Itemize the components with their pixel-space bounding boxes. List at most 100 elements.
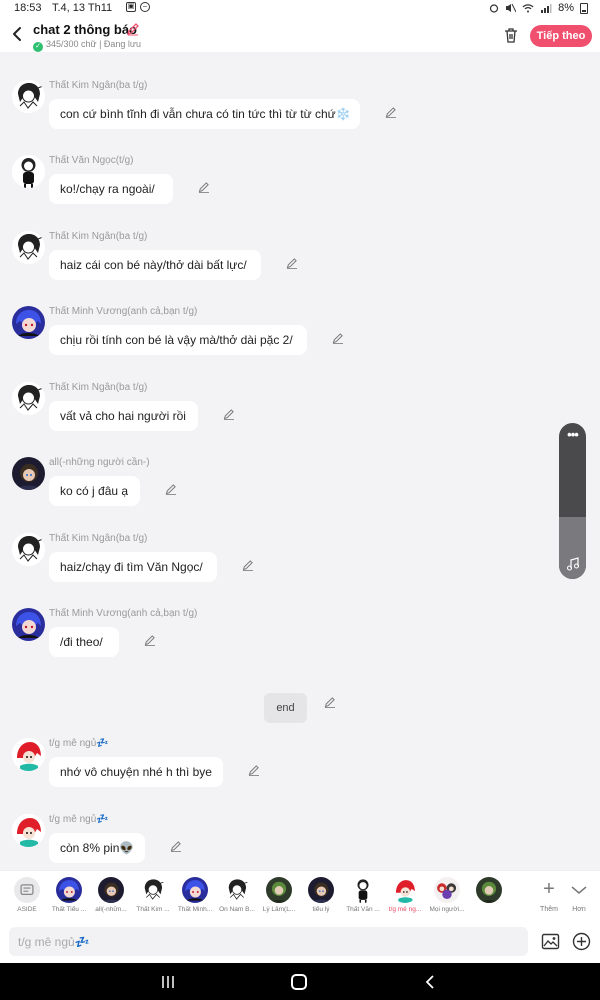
- next-button[interactable]: Tiếp theo: [530, 25, 592, 47]
- sender-name: all(-những người cần-): [49, 457, 150, 468]
- character-avatar: [266, 877, 292, 903]
- system-nav-bar: [0, 963, 600, 1000]
- avatar[interactable]: [12, 533, 45, 566]
- message-bubble[interactable]: con cứ bình tĩnh đi vẫn chưa có tin tức …: [49, 99, 360, 129]
- avatar[interactable]: [12, 382, 45, 415]
- character-option[interactable]: Ôn Nam B...: [219, 877, 255, 913]
- message-input[interactable]: [9, 927, 528, 956]
- notification-icons: ▣ –: [126, 2, 150, 12]
- character-option[interactable]: all(-nhữn...: [93, 877, 129, 913]
- avatar[interactable]: [12, 738, 45, 771]
- edit-pencil-icon[interactable]: [144, 634, 156, 646]
- character-option[interactable]: tiểu lý: [303, 877, 339, 913]
- message-bubble[interactable]: ko!/chạy ra ngoài/: [49, 174, 173, 204]
- avatar[interactable]: [12, 608, 45, 641]
- character-label: Ôn Nam B...: [219, 906, 255, 913]
- sender-name: Thất Kim Ngân(ba t/g): [49, 231, 148, 242]
- character-label: ASIDE: [17, 906, 37, 913]
- character-selector: ASIDE Thất Tiểu ... all(-nhữn... Thất Kim .…: [0, 870, 600, 920]
- character-option[interactable]: t/g mê ng...: [387, 877, 423, 913]
- avatar[interactable]: [12, 457, 45, 490]
- end-marker-bubble[interactable]: end: [264, 693, 307, 723]
- edit-pencil-icon[interactable]: [170, 840, 182, 852]
- edit-pencil-icon[interactable]: [198, 181, 210, 193]
- message-bubble[interactable]: vất vả cho hai người rồi: [49, 401, 198, 431]
- sender-name: Thất Minh Vương(anh cả,bạn t/g): [49, 306, 198, 317]
- avatar[interactable]: [12, 155, 45, 188]
- add-circle-icon[interactable]: [572, 932, 591, 951]
- image-icon[interactable]: [541, 932, 560, 951]
- character-avatar: [308, 877, 334, 903]
- character-avatar: [14, 877, 40, 903]
- character-option[interactable]: Thất Tiểu ...: [51, 877, 87, 913]
- character-label: Thất Minh...: [177, 906, 213, 913]
- character-label: Thất Kim ...: [136, 906, 170, 913]
- edit-pencil-icon[interactable]: [332, 332, 344, 344]
- sender-name: Thất Kim Ngân(ba t/g): [49, 80, 148, 91]
- edit-pencil-icon[interactable]: [223, 408, 235, 420]
- character-label: all(-nhữn...: [95, 906, 127, 913]
- edit-pencil-icon[interactable]: [165, 483, 177, 495]
- message-bubble[interactable]: haiz cái con bé này/thở dài bất lực/: [49, 250, 261, 280]
- character-avatar: [56, 877, 82, 903]
- character-avatar: [98, 877, 124, 903]
- more-characters-button[interactable]: Hơn: [564, 877, 594, 913]
- add-character-button[interactable]: + Thêm: [534, 877, 564, 913]
- music-note-icon[interactable]: [566, 557, 580, 571]
- avatar[interactable]: [12, 231, 45, 264]
- recent-apps-icon[interactable]: [160, 975, 176, 989]
- avatar[interactable]: [12, 306, 45, 339]
- edit-pencil-icon[interactable]: [324, 696, 336, 708]
- minus-circle-icon: –: [140, 2, 150, 12]
- edit-pencil-icon[interactable]: [385, 106, 397, 118]
- nav-back-icon[interactable]: [424, 974, 436, 990]
- character-avatar: [476, 877, 502, 903]
- character-option[interactable]: Lý Lâm(L...: [261, 877, 297, 913]
- mute-icon: [506, 3, 517, 13]
- save-status: ✓ 345/300 chữ | Đang lưu: [33, 39, 141, 52]
- chat-area[interactable]: Thất Kim Ngân(ba t/g) con cứ bình tĩnh đi…: [0, 52, 600, 870]
- title-edit-pencil-icon[interactable]: [126, 22, 140, 36]
- sender-name: Thất Minh Vương(anh cả,bạn t/g): [49, 608, 198, 619]
- character-option[interactable]: Mọi người...: [429, 877, 465, 913]
- edit-pencil-icon[interactable]: [248, 764, 260, 776]
- character-label: t/g mê ng...: [388, 906, 422, 913]
- edit-pencil-icon[interactable]: [286, 257, 298, 269]
- character-avatar: [434, 877, 460, 903]
- back-arrow-icon[interactable]: [9, 25, 25, 43]
- more-dots-icon[interactable]: •••: [559, 427, 586, 442]
- character-option[interactable]: Thất Văn ...: [345, 877, 381, 913]
- trash-icon[interactable]: [502, 26, 520, 44]
- character-option[interactable]: Thất Kim ...: [135, 877, 171, 913]
- character-option[interactable]: ASIDE: [9, 877, 45, 913]
- battery-icon: [580, 2, 588, 14]
- character-label: Thất Tiểu ...: [51, 906, 87, 913]
- message-bubble[interactable]: /đi theo/: [49, 627, 119, 657]
- character-label: Lý Lâm(L...: [262, 906, 296, 913]
- avatar[interactable]: [12, 80, 45, 113]
- character-option[interactable]: [471, 877, 507, 906]
- home-icon[interactable]: [291, 974, 307, 990]
- message-bubble[interactable]: haiz/chạy đi tìm Văn Ngọc/: [49, 552, 217, 582]
- message-bubble[interactable]: ko có j đâu ạ: [49, 476, 140, 506]
- message-bubble[interactable]: còn 8% pin👽: [49, 833, 145, 863]
- floating-toolbar[interactable]: •••: [559, 423, 586, 579]
- character-avatar: [224, 877, 250, 903]
- message-bubble[interactable]: nhớ vô chuyện nhé h thì bye: [49, 757, 223, 787]
- message-composer: [0, 920, 600, 963]
- message-bubble[interactable]: chịu rồi tính con bé là vậy mà/thở dài p…: [49, 325, 307, 355]
- check-circle-icon: ✓: [33, 42, 43, 52]
- gallery-notification-icon: ▣: [126, 2, 136, 12]
- character-label: tiểu lý: [312, 906, 330, 913]
- character-option[interactable]: Thất Minh...: [177, 877, 213, 913]
- wifi-icon: [522, 4, 534, 13]
- word-count-status: 345/300 chữ | Đang lưu: [46, 39, 141, 49]
- sender-name: Thất Kim Ngân(ba t/g): [49, 382, 148, 393]
- avatar[interactable]: [12, 814, 45, 847]
- edit-pencil-icon[interactable]: [242, 559, 254, 571]
- plus-icon: +: [543, 878, 555, 900]
- sender-name: Thất Kim Ngân(ba t/g): [49, 533, 148, 544]
- sender-name: Thất Văn Ngọc(t/g): [49, 155, 134, 166]
- status-time: 18:53: [14, 2, 42, 14]
- page-title: chat 2 thông báo: [33, 22, 137, 37]
